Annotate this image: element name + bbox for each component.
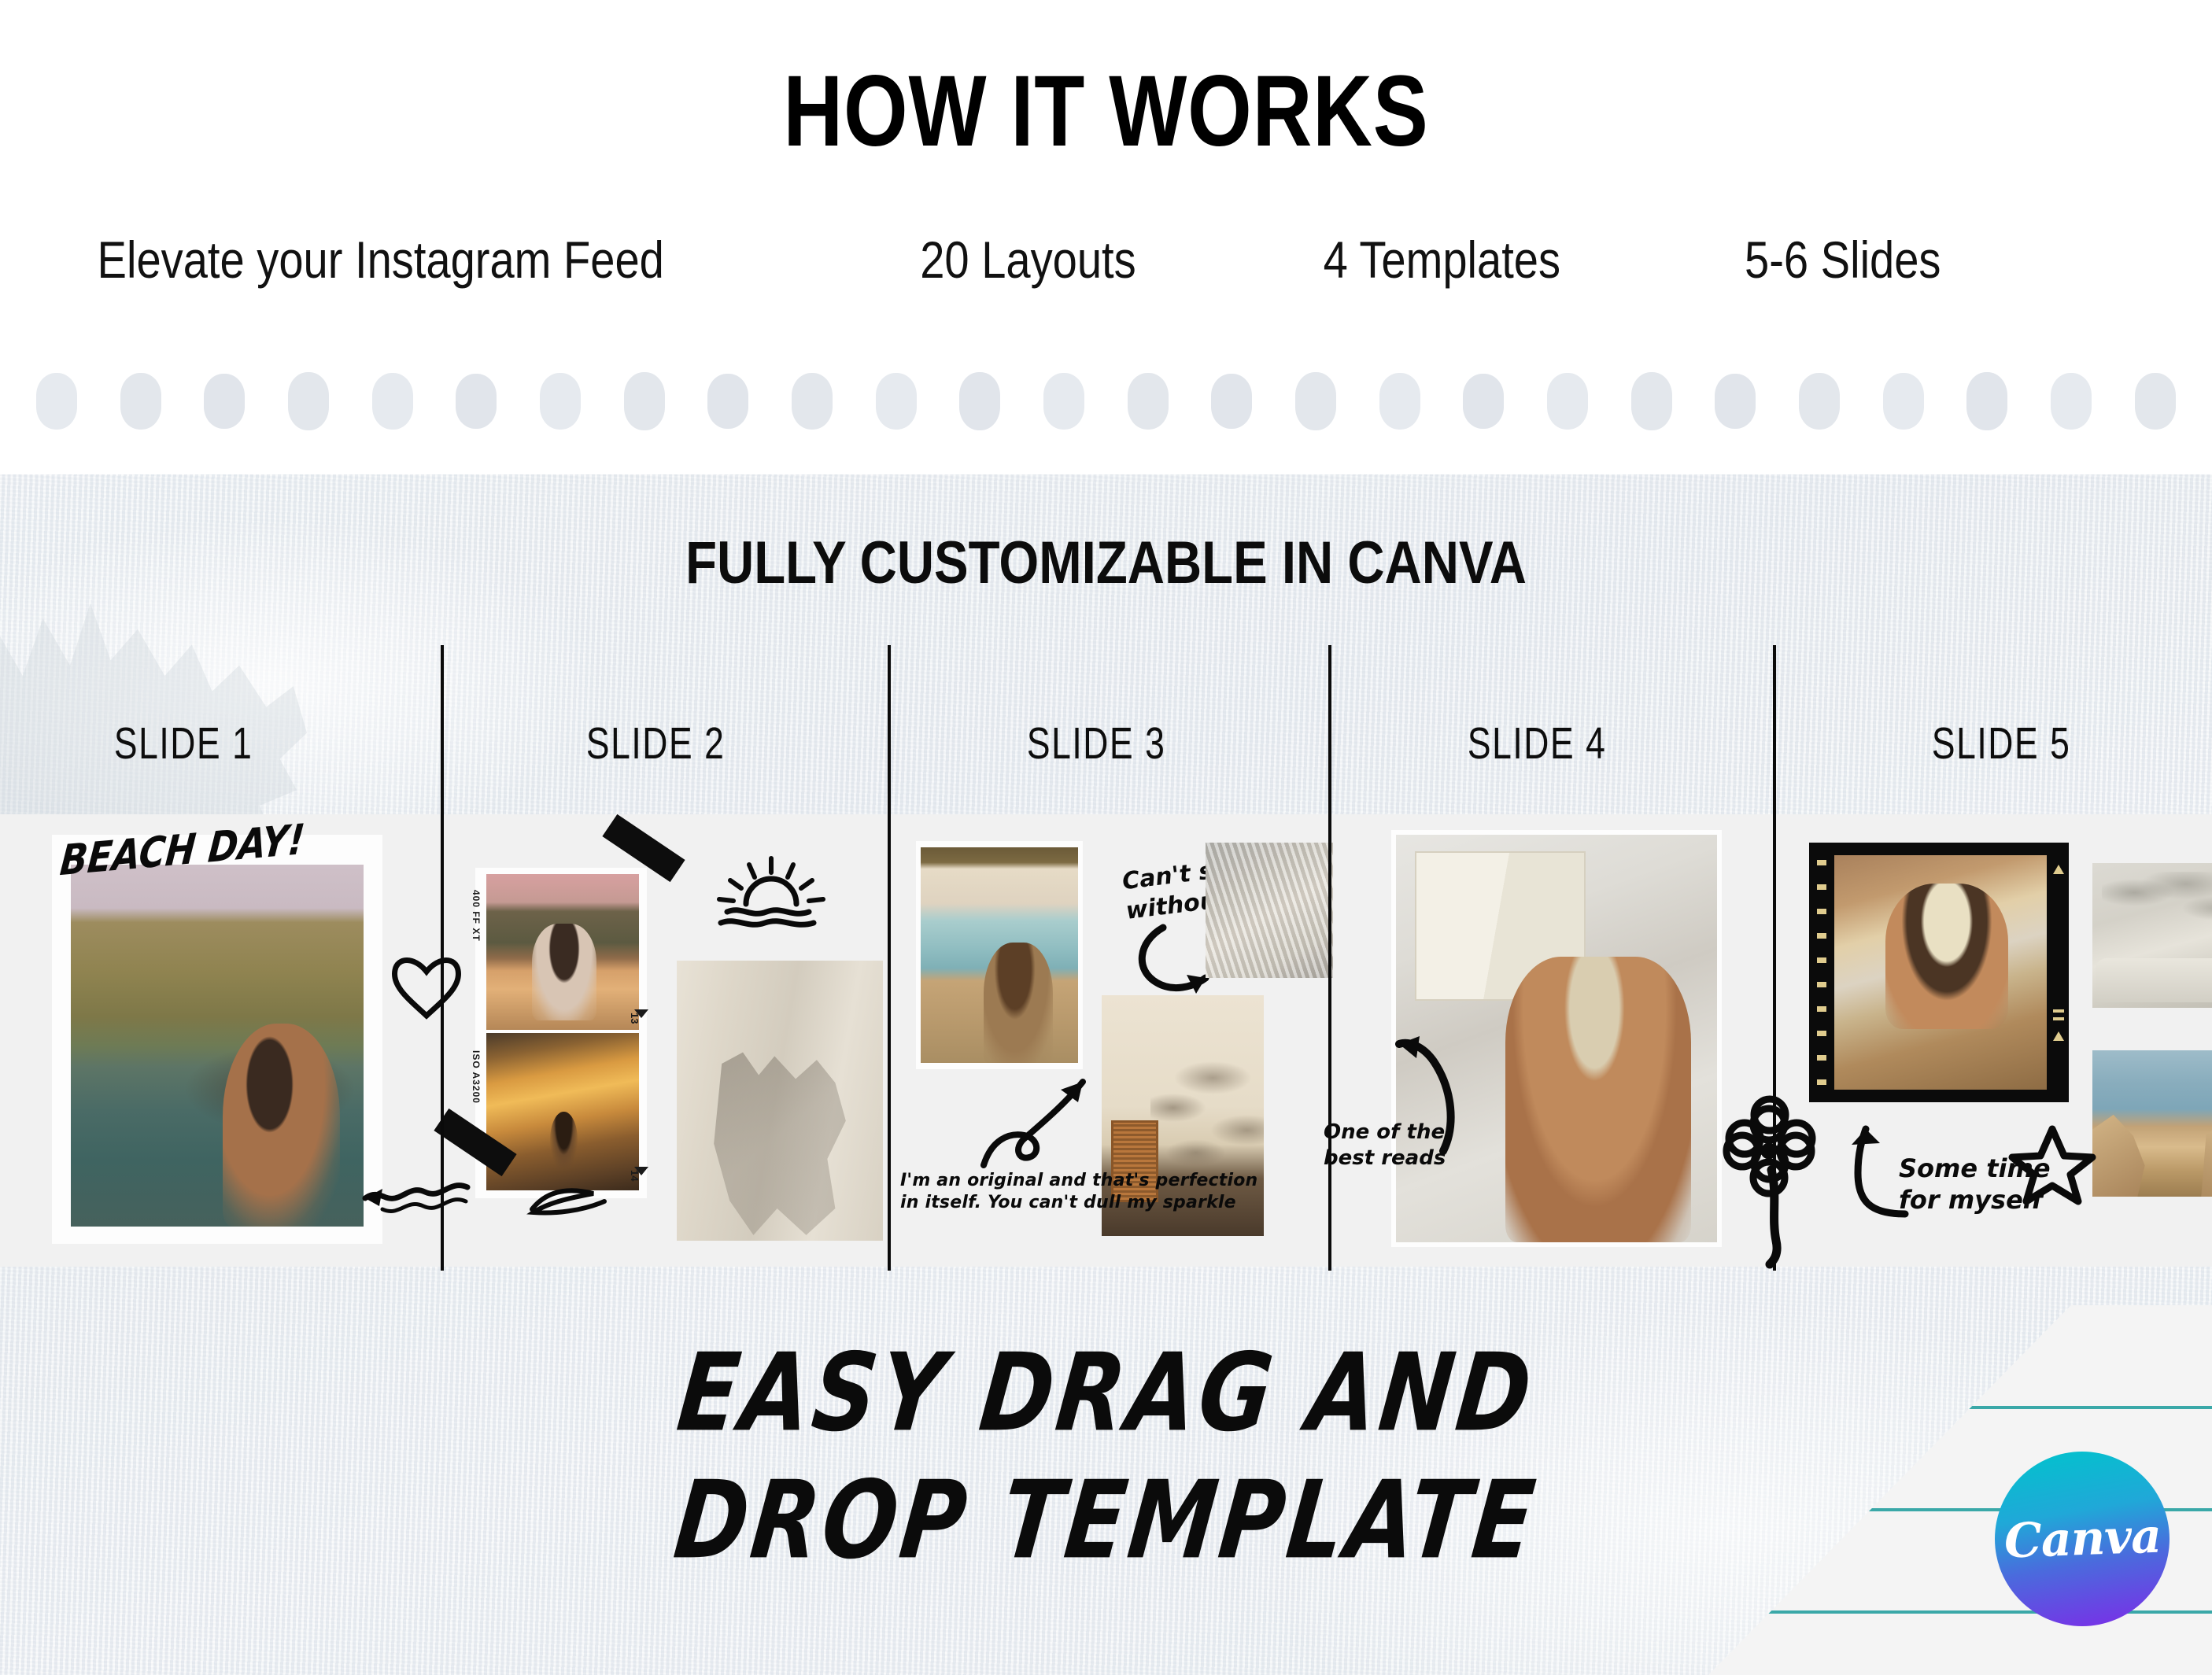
star-doodle	[2008, 1125, 2096, 1205]
slide-5[interactable]: Some time for myself	[1725, 814, 2212, 1269]
slide-header-row: SLIDE 1 SLIDE 2 SLIDE 3 SLIDE 4 SLIDE 5	[0, 629, 2212, 795]
poster-canvas: HOW IT WORKS Elevate your Instagram Feed…	[0, 0, 2212, 1675]
scribble-doodle	[526, 1188, 607, 1216]
feature-item-templates: 4 Templates	[1323, 231, 1561, 289]
film-marker	[634, 1009, 648, 1018]
slide-1[interactable]: BEACH DAY!	[0, 814, 471, 1267]
photo-writing-on-beach	[1834, 855, 2047, 1090]
film-label-bottom: ISO A3200	[471, 1050, 482, 1104]
oval-dot	[288, 372, 330, 430]
slides-strip: BEACH DAY! 400 FF XT ISO A3200 13 14 Can…	[0, 649, 2212, 1271]
slide-3[interactable]: Can't swim without it I'm an original an…	[888, 814, 1333, 1267]
flower-doodle	[1725, 1095, 1816, 1269]
oval-dot	[1463, 374, 1505, 429]
oval-dot	[1630, 372, 1672, 430]
oval-dot	[1043, 373, 1085, 430]
photo-swimmer-sunset	[486, 1033, 639, 1190]
slide-divider	[1773, 645, 1776, 795]
oval-dot	[204, 374, 246, 429]
feature-item-layouts: 20 Layouts	[920, 231, 1136, 289]
feature-item-slides: 5-6 Slides	[1745, 231, 1941, 289]
oval-dot	[707, 374, 749, 429]
film-marker	[634, 1167, 648, 1175]
slide-4[interactable]: One of the best reads	[1324, 814, 1815, 1267]
rule-line	[1708, 1610, 2212, 1614]
oval-dot	[959, 372, 1001, 430]
oval-dot	[36, 373, 77, 430]
photo-rocky-shore-reader	[2092, 1050, 2212, 1197]
slide-divider	[1328, 645, 1331, 795]
film-marker	[2053, 1009, 2064, 1013]
oval-dot	[1966, 372, 2008, 430]
photo-train-window	[921, 847, 1078, 1063]
photo-palm-shadow-daybed	[2092, 863, 2212, 1008]
slide-divider	[888, 645, 891, 795]
film-marker	[2053, 865, 2064, 874]
oval-dot	[623, 372, 665, 430]
section-title: FULLY CUSTOMIZABLE IN CANVA	[685, 529, 1527, 596]
slide-label-1: SLIDE 1	[113, 718, 253, 769]
sun-doodle	[717, 856, 825, 928]
oval-dot	[1799, 373, 1841, 430]
oval-dot	[2134, 373, 2176, 430]
oval-dot	[1211, 374, 1253, 429]
photo-woman-in-sea	[71, 865, 364, 1227]
oval-dot	[1882, 373, 1924, 430]
oval-dot	[456, 374, 497, 429]
slide-label-2: SLIDE 2	[585, 718, 726, 769]
oval-dot	[540, 373, 582, 430]
slide-3-caption-bottom: I'm an original and that's perfection in…	[900, 1171, 1258, 1212]
slide-label-4: SLIDE 4	[1467, 718, 1607, 769]
slide-2[interactable]: 400 FF XT ISO A3200 13 14	[434, 814, 888, 1267]
oval-dot	[1295, 372, 1337, 430]
feature-row: Elevate your Instagram Feed 20 Layouts 4…	[0, 234, 2212, 297]
slide-4-caption: One of the best reads	[1324, 1120, 1446, 1170]
header-band: HOW IT WORKS Elevate your Instagram Feed…	[0, 0, 2212, 474]
page-title: HOW IT WORKS	[783, 55, 1429, 168]
oval-dot	[2051, 373, 2092, 430]
slide-label-3: SLIDE 3	[1026, 718, 1166, 769]
oval-dot	[1715, 374, 1756, 429]
oval-dot	[792, 373, 833, 430]
oval-dot	[1379, 373, 1420, 430]
oval-dot	[1127, 373, 1169, 430]
film-marker	[2053, 1017, 2064, 1020]
canva-logo-badge[interactable]: Canva	[1995, 1452, 2170, 1626]
film-marker	[2053, 1031, 2064, 1041]
oval-dot	[371, 373, 413, 430]
slide-label-5: SLIDE 5	[1931, 718, 2071, 769]
photo-woman-with-camera	[486, 874, 639, 1030]
slide-divider	[441, 645, 444, 795]
oval-dot	[120, 373, 161, 430]
feature-item-elevate: Elevate your Instagram Feed	[97, 231, 664, 289]
photo-laundry-shadow	[677, 961, 883, 1241]
canva-wordmark: Canva	[2003, 1508, 2162, 1570]
oval-dot-divider	[0, 358, 2212, 445]
film-label-top: 400 FF XT	[471, 890, 482, 942]
oval-dot	[875, 373, 917, 430]
sprocket-holes-left	[1817, 850, 1826, 1094]
looped-arrow-doodle	[980, 1079, 1086, 1168]
photo-beach-chairs	[1206, 843, 1333, 978]
oval-dot	[1547, 373, 1589, 430]
